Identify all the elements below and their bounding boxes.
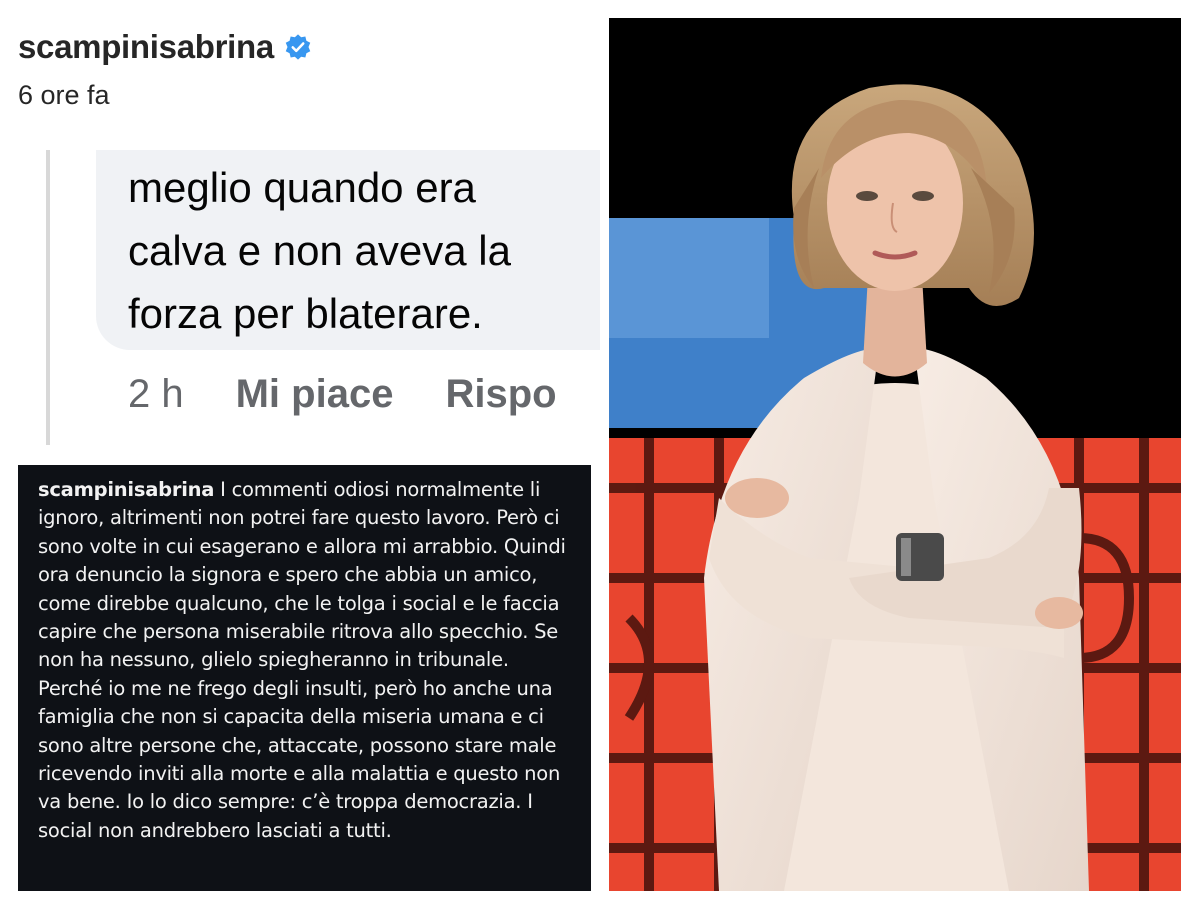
comment-line-1: meglio quando era [128,164,476,211]
comment-screenshot: meglio quando era calva e non aveva la f… [0,150,600,445]
like-button[interactable]: Mi piace [236,372,394,417]
comment-time: 2 h [128,372,184,416]
caption-text: scampinisabrina I commenti odiosi normal… [18,465,591,845]
portrait-photo [609,18,1181,891]
thread-line [46,150,50,445]
caption-body: I commenti odiosi normalmente li ignoro,… [38,478,566,842]
comment-line-2: calva e non aveva la [128,227,511,274]
comment-line-3: forza per blaterare. [128,290,483,337]
reply-button[interactable]: Rispo [445,372,556,417]
caption-username[interactable]: scampinisabrina [38,478,214,501]
stage-portrait-illustration [609,18,1181,891]
username-row: scampinisabrina [18,28,598,66]
post-header: scampinisabrina 6 ore fa [18,28,598,111]
comment-text: meglio quando era calva e non aveva la f… [128,156,600,345]
verified-badge-icon [285,34,311,60]
comment-actions: 2 h Mi piace Rispo [128,372,557,417]
username-link[interactable]: scampinisabrina [18,28,274,66]
post-timestamp: 6 ore fa [18,80,110,110]
caption-panel: scampinisabrina I commenti odiosi normal… [18,465,591,891]
